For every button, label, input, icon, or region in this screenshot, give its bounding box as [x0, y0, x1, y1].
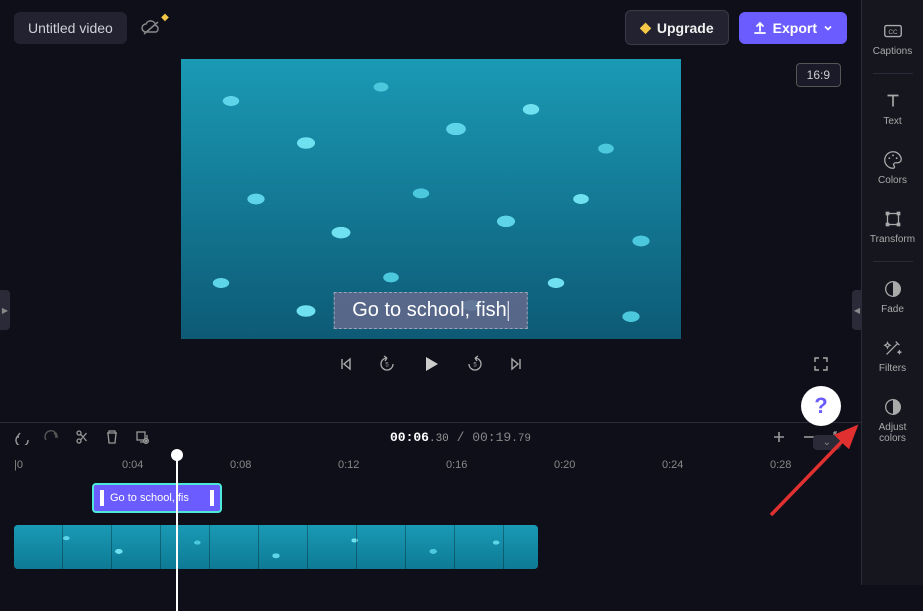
- topbar: Untitled video ◆ ◆ Upgrade Export: [0, 0, 861, 55]
- project-title[interactable]: Untitled video: [14, 12, 127, 44]
- preview-area: 16:9 Go to school, fish 5 5 ? ⌄: [0, 55, 861, 422]
- caption-track: Go to school, fis: [14, 483, 847, 519]
- timecode-display: 00:06.30 / 00:19.79: [390, 430, 531, 445]
- panel-divider: [873, 73, 913, 74]
- clip-handle-left[interactable]: [100, 490, 104, 506]
- ruler-mark: 0:24: [662, 459, 683, 471]
- rewind-5-icon[interactable]: 5: [378, 355, 396, 373]
- video-preview[interactable]: Go to school, fish: [181, 59, 681, 339]
- video-track: [14, 525, 847, 573]
- panel-label: Colors: [878, 175, 907, 186]
- right-panel: ◀ CC Captions Text Colors Transform Fade…: [861, 0, 923, 585]
- panel-item-fade[interactable]: Fade: [862, 268, 923, 325]
- expand-tab[interactable]: ⌄: [813, 435, 841, 450]
- panel-divider: [873, 261, 913, 262]
- video-thumbnails: [14, 525, 538, 569]
- panel-label: Filters: [879, 363, 906, 374]
- play-button[interactable]: [420, 353, 442, 375]
- panel-item-transform[interactable]: Transform: [862, 198, 923, 255]
- text-icon: [882, 90, 904, 112]
- ruler-mark: 0:08: [230, 459, 251, 471]
- undo-icon[interactable]: [14, 429, 30, 445]
- export-label: Export: [773, 20, 817, 36]
- skip-start-icon[interactable]: [338, 356, 354, 372]
- ruler-mark: 0:28: [770, 459, 791, 471]
- timeline-tracks[interactable]: Go to school, fis: [0, 477, 861, 585]
- caption-text-overlay[interactable]: Go to school, fish: [333, 292, 528, 329]
- aspect-ratio-button[interactable]: 16:9: [796, 63, 841, 87]
- right-panel-collapse[interactable]: ◀: [852, 290, 862, 330]
- svg-text:5: 5: [473, 363, 477, 369]
- upgrade-button[interactable]: ◆ Upgrade: [625, 10, 729, 45]
- ruler-mark: 0:12: [338, 459, 359, 471]
- panel-label: Transform: [870, 234, 915, 245]
- timecode-current: 00:06: [390, 430, 429, 445]
- caption-clip[interactable]: Go to school, fis: [92, 483, 222, 513]
- panel-item-adjust-colors[interactable]: Adjust colors: [862, 386, 923, 454]
- export-button[interactable]: Export: [739, 12, 847, 44]
- ruler-mark: 0:16: [446, 459, 467, 471]
- ruler-mark: 0:20: [554, 459, 575, 471]
- diamond-badge-icon: ◆: [161, 12, 169, 23]
- redo-icon[interactable]: [44, 429, 60, 445]
- forward-5-icon[interactable]: 5: [466, 355, 484, 373]
- chevron-down-icon: [823, 23, 833, 33]
- timeline-toolbar: 00:06.30 / 00:19.79: [0, 422, 861, 451]
- delete-icon[interactable]: [104, 429, 120, 445]
- panel-item-filters[interactable]: Filters: [862, 327, 923, 384]
- diamond-icon: ◆: [640, 19, 651, 36]
- panel-item-text[interactable]: Text: [862, 80, 923, 137]
- playback-controls: 5 5: [0, 339, 861, 383]
- contrast-icon: [882, 396, 904, 418]
- split-icon[interactable]: [74, 429, 90, 445]
- panel-label: Fade: [881, 304, 904, 315]
- ruler-mark: 0:04: [122, 459, 143, 471]
- wand-icon: [882, 337, 904, 359]
- upload-icon: [753, 21, 767, 35]
- clip-handle-right[interactable]: [210, 490, 214, 506]
- timeline-ruler[interactable]: |0 0:04 0:08 0:12 0:16 0:20 0:24 0:28: [0, 451, 861, 477]
- timecode-total: 00:19: [472, 430, 511, 445]
- captions-icon: CC: [882, 20, 904, 42]
- fade-icon: [882, 278, 904, 300]
- cloud-sync-icon[interactable]: ◆: [141, 20, 161, 36]
- ruler-mark: |0: [14, 459, 23, 471]
- svg-text:CC: CC: [888, 29, 898, 36]
- svg-text:5: 5: [385, 363, 389, 369]
- duplicate-icon[interactable]: [134, 429, 150, 445]
- panel-item-captions[interactable]: CC Captions: [862, 10, 923, 67]
- video-clip[interactable]: [14, 525, 538, 569]
- add-track-icon[interactable]: [771, 429, 787, 445]
- transform-icon: [882, 208, 904, 230]
- playhead[interactable]: [176, 451, 178, 611]
- panel-item-colors[interactable]: Colors: [862, 139, 923, 196]
- panel-label: Adjust colors: [866, 422, 919, 444]
- help-button[interactable]: ?: [801, 386, 841, 426]
- skip-end-icon[interactable]: [508, 356, 524, 372]
- upgrade-label: Upgrade: [657, 20, 714, 36]
- panel-label: Text: [883, 116, 901, 127]
- palette-icon: [882, 149, 904, 171]
- panel-label: Captions: [873, 46, 912, 57]
- fullscreen-icon[interactable]: [813, 356, 829, 372]
